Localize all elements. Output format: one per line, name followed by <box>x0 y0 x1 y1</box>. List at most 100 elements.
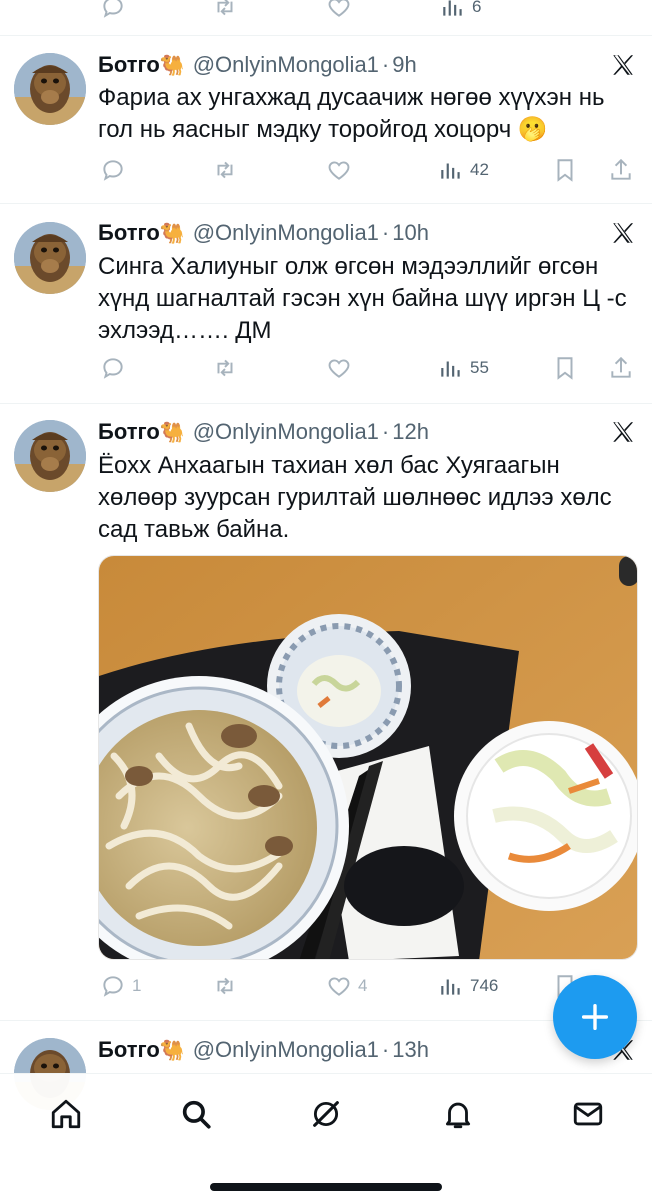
views-bar-chart-icon <box>441 163 460 179</box>
home-indicator[interactable] <box>210 1183 442 1191</box>
camel-avatar-image <box>14 420 86 492</box>
post-time[interactable]: 10h <box>392 220 429 245</box>
views-count: 42 <box>470 160 489 179</box>
separator-dot: · <box>381 52 390 77</box>
repost-button[interactable] <box>212 969 238 1003</box>
reply-button[interactable] <box>100 153 126 187</box>
separator-dot: · <box>381 419 390 444</box>
avatar[interactable] <box>14 53 86 125</box>
mail-icon <box>573 1102 603 1126</box>
like-button[interactable]: 4 <box>326 969 367 1003</box>
tweet-text: Синга Халиуныг олж өгсөн мэдээллийг өгсө… <box>98 253 627 344</box>
tweet-card[interactable]: Ботго🐫 @OnlyinMongolia1 · 10h Синга Халиуны… <box>0 204 652 404</box>
heart-icon <box>328 977 350 996</box>
repost-icon <box>217 977 233 995</box>
camel-emoji: 🐫 <box>159 55 185 77</box>
display-name[interactable]: Ботго <box>98 52 160 77</box>
x-logo-icon <box>613 55 634 75</box>
search-icon <box>182 1100 211 1129</box>
post-time[interactable]: 13h <box>392 1037 429 1062</box>
plus-icon <box>581 1003 609 1031</box>
timeline-screen: 6 Ботго🐫 @OnlyinMongolia1 · 9h Фариа ах унг… <box>0 0 652 1200</box>
post-time[interactable]: 9h <box>392 52 416 77</box>
separator-dot: · <box>381 220 390 245</box>
repost-button[interactable] <box>212 153 238 187</box>
views-button[interactable]: 6 <box>440 0 481 24</box>
x-logo-button[interactable] <box>608 218 638 248</box>
avatar[interactable] <box>14 222 86 294</box>
tweet-header: Ботго🐫 @OnlyinMongolia1 · 12h <box>98 417 632 447</box>
reply-icon <box>103 976 123 997</box>
camel-avatar-image <box>14 222 86 294</box>
noodle-soup-photo <box>99 556 637 959</box>
user-handle[interactable]: @OnlyinMongolia1 <box>193 52 379 77</box>
heart-icon <box>328 0 350 17</box>
compose-button[interactable] <box>553 975 637 1059</box>
views-count: 55 <box>470 358 489 377</box>
tweet-header: Ботго🐫 @OnlyinMongolia1 · 9h <box>98 50 632 80</box>
nav-grok[interactable] <box>302 1090 350 1138</box>
tweet-text: Ёохх Анхаагын тахиан хөл бас Хуягаагын х… <box>98 452 612 543</box>
x-logo-icon <box>613 223 634 243</box>
tweet-text: Фариа ах унгахжад дусаачиж нөгөө хүүхэн … <box>98 84 605 143</box>
share-button[interactable] <box>608 351 634 385</box>
home-icon <box>51 1099 81 1129</box>
views-bar-chart-icon <box>441 979 460 995</box>
views-bar-chart-icon <box>441 361 460 377</box>
repost-button[interactable] <box>212 0 238 24</box>
reply-button[interactable] <box>100 0 126 24</box>
views-button[interactable]: 746 <box>438 969 498 1003</box>
display-name[interactable]: Ботго <box>98 419 160 444</box>
camel-avatar-image <box>14 53 86 125</box>
views-button[interactable]: 42 <box>438 153 489 187</box>
tweet-header: Ботго🐫 @OnlyinMongolia1 · 10h <box>98 218 632 248</box>
nav-messages[interactable] <box>564 1090 612 1138</box>
display-name[interactable]: Ботго <box>98 220 160 245</box>
tweet-actions: 55 <box>98 351 638 385</box>
tweet-header: Ботго🐫 @OnlyinMongolia1 · 13h <box>98 1035 632 1065</box>
x-logo-icon <box>613 422 634 442</box>
x-logo-button[interactable] <box>608 417 638 447</box>
bookmark-icon <box>557 357 573 380</box>
bottom-nav <box>0 1073 652 1200</box>
reply-icon <box>103 0 123 18</box>
views-button[interactable]: 55 <box>438 351 489 385</box>
views-count: 746 <box>470 976 499 995</box>
tweet-card[interactable]: Ботго🐫 @OnlyinMongolia1 · 9h Фариа ах унгах… <box>0 36 652 204</box>
nav-home[interactable] <box>42 1090 90 1138</box>
user-handle[interactable]: @OnlyinMongolia1 <box>193 419 379 444</box>
user-handle[interactable]: @OnlyinMongolia1 <box>193 1037 379 1062</box>
tweet-card[interactable]: Ботго🐫 @OnlyinMongolia1 · 12h Ёохх Анхаагын… <box>0 404 652 1021</box>
reply-button[interactable]: 1 <box>100 969 141 1003</box>
post-time[interactable]: 12h <box>392 419 429 444</box>
user-handle[interactable]: @OnlyinMongolia1 <box>193 220 379 245</box>
bell-icon <box>445 1102 471 1129</box>
reply-button[interactable] <box>100 351 126 385</box>
separator-dot: · <box>381 1037 390 1062</box>
reply-count: 1 <box>132 976 142 995</box>
repost-icon <box>217 161 233 179</box>
repost-button[interactable] <box>212 351 238 385</box>
bookmark-button[interactable] <box>552 153 578 187</box>
repost-icon <box>217 0 233 16</box>
camel-emoji: 🐫 <box>159 422 185 444</box>
tweet-photo[interactable] <box>98 555 638 960</box>
reply-icon <box>103 358 123 379</box>
display-name[interactable]: Ботго <box>98 1037 160 1062</box>
reply-icon <box>103 160 123 181</box>
nav-notifications[interactable] <box>434 1090 482 1138</box>
x-logo-button[interactable] <box>608 50 638 80</box>
camel-emoji: 🐫 <box>159 1040 185 1062</box>
tweet-actions: 42 <box>98 153 638 187</box>
share-button[interactable] <box>608 153 634 187</box>
nav-search[interactable] <box>172 1090 220 1138</box>
like-button[interactable] <box>326 351 352 385</box>
views-count: 6 <box>472 0 482 16</box>
bookmark-icon <box>557 159 573 182</box>
repost-icon <box>217 359 233 377</box>
like-button[interactable] <box>326 153 352 187</box>
bookmark-button[interactable] <box>552 351 578 385</box>
previous-post-actions: 6 <box>0 0 652 36</box>
like-button[interactable] <box>326 0 352 24</box>
avatar[interactable] <box>14 420 86 492</box>
